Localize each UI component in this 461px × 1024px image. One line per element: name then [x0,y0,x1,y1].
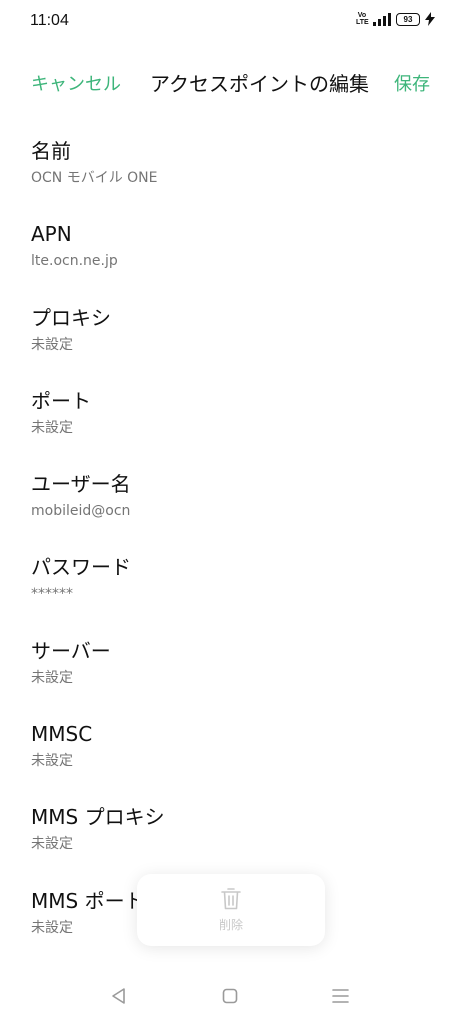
setting-item-username[interactable]: ユーザー名 mobileid@ocn [0,463,461,546]
setting-item-proxy[interactable]: プロキシ 未設定 [0,297,461,380]
apn-settings-list: 名前 OCN モバイル ONE APN lte.ocn.ne.jp プロキシ 未… [0,130,461,963]
setting-value: mobileid@ocn [31,503,131,520]
signal-icon [373,12,391,26]
delete-button[interactable]: 削除 [137,874,325,946]
page-title: アクセスポイントの編集 [150,72,369,96]
setting-item-mms-proxy[interactable]: MMS プロキシ 未設定 [0,796,461,879]
setting-item-port[interactable]: ポート 未設定 [0,380,461,463]
setting-item-mmsc[interactable]: MMSC 未設定 [0,713,461,796]
setting-value: ****** [31,586,73,603]
setting-item-apn[interactable]: APN lte.ocn.ne.jp [0,213,461,296]
status-icons: Vo LTE 93 [356,12,435,26]
delete-label: 削除 [218,918,243,932]
charging-bolt-icon [425,12,435,26]
status-time: 11:04 [30,12,69,29]
volte-top-text: Vo [357,12,367,19]
system-nav-bar [0,976,461,1016]
back-triangle-icon[interactable] [110,987,128,1005]
setting-item-server[interactable]: サーバー 未設定 [0,630,461,713]
save-button[interactable]: 保存 [394,70,430,96]
app-header: キャンセル アクセスポイントの編集 保存 [0,58,461,104]
trash-icon [221,888,241,910]
setting-value: OCN モバイル ONE [31,170,158,186]
setting-title: サーバー [31,638,111,663]
setting-title: APN [31,222,72,247]
setting-title: MMS プロキシ [31,805,165,830]
battery-level: 93 [403,14,413,24]
setting-value: 未設定 [31,753,73,770]
setting-title: ユーザー名 [31,472,131,497]
setting-item-password[interactable]: パスワード ****** [0,546,461,629]
setting-title: ポート [31,388,91,413]
setting-title: MMSC [31,722,93,747]
setting-title: 名前 [31,139,71,163]
setting-value: 未設定 [31,336,73,353]
volte-icon: Vo LTE [356,12,369,26]
status-bar: 11:04 Vo LTE 93 [0,0,461,46]
menu-lines-icon[interactable] [332,988,349,1004]
setting-value: 未設定 [31,669,73,686]
battery-icon: 93 [396,12,420,26]
setting-value: 未設定 [31,419,73,436]
setting-title: プロキシ [31,305,111,330]
setting-item-name[interactable]: 名前 OCN モバイル ONE [0,130,461,213]
setting-value: 未設定 [31,836,73,853]
home-square-icon[interactable] [222,988,238,1004]
volte-bottom-text: LTE [356,19,369,26]
setting-title: パスワード [31,555,131,580]
setting-value: lte.ocn.ne.jp [31,253,118,270]
cancel-button[interactable]: キャンセル [31,70,121,96]
